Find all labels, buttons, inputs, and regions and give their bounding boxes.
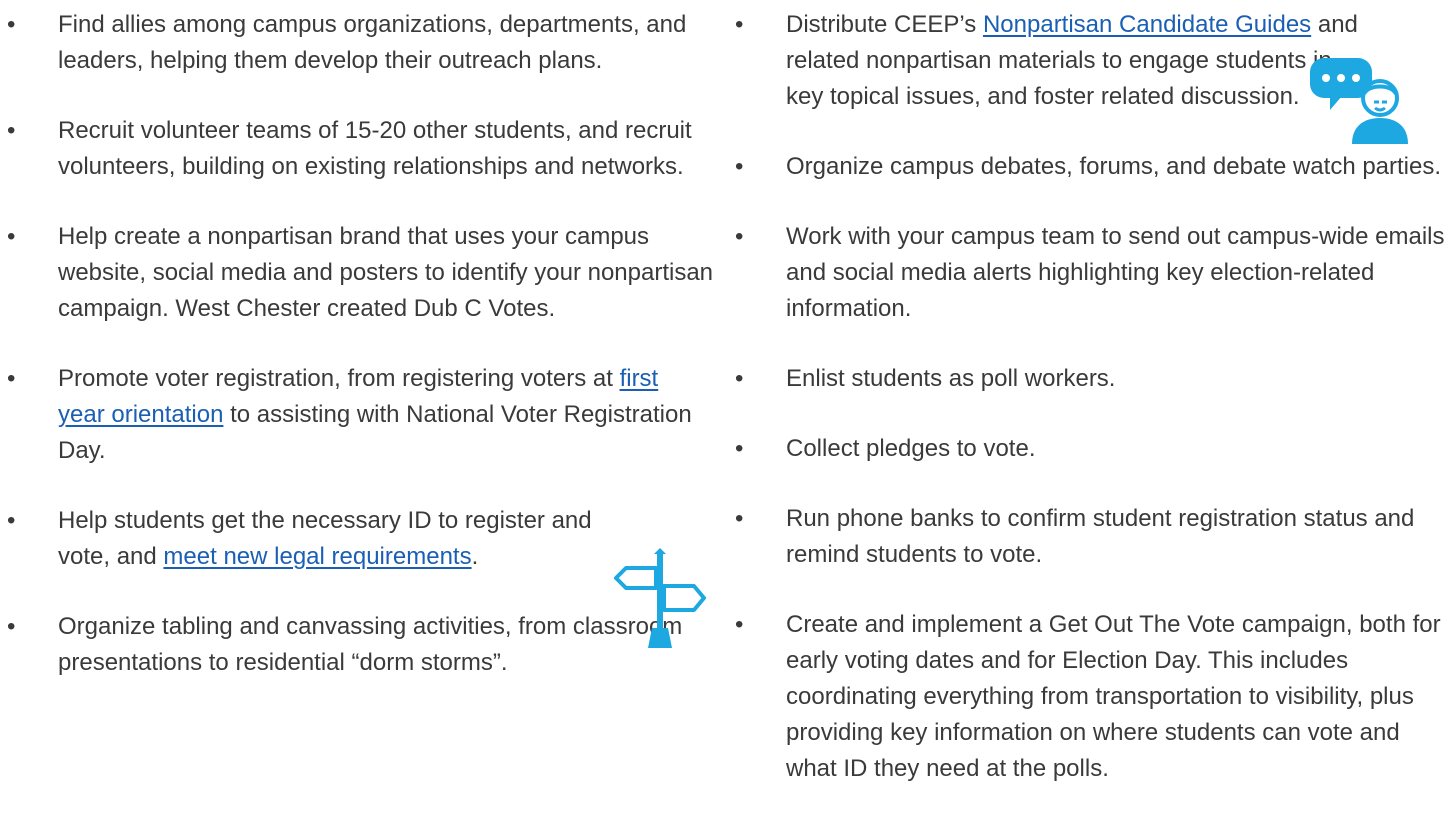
item-text: .	[471, 543, 479, 570]
list-item: • Create and implement a Get Out The Vot…	[728, 607, 1445, 787]
list-item: • Distribute CEEP’s Nonpartisan Candidat…	[728, 7, 1361, 115]
item-text: Promote voter registration, from registe…	[58, 365, 620, 392]
list-item: • Promote voter registration, from regis…	[0, 361, 698, 469]
bullet: •	[735, 11, 744, 38]
list-item: • Recruit volunteer teams of 15-20 other…	[0, 113, 718, 185]
bullet: •	[735, 223, 744, 250]
bullet: •	[7, 365, 16, 392]
signpost-icon	[614, 548, 706, 648]
bullet: •	[735, 505, 744, 532]
nonpartisan-candidate-guides-link[interactable]: Nonpartisan Candidate Guides	[983, 11, 1311, 38]
bullet: •	[7, 613, 16, 640]
list-item: • Enlist students as poll workers.	[728, 361, 1445, 397]
bullet: •	[7, 11, 16, 38]
list-item: • Run phone banks to confirm student reg…	[728, 501, 1426, 573]
item-text: Distribute CEEP’s	[786, 11, 983, 38]
chat-person-icon	[1310, 58, 1408, 144]
item-text: Help create a nonpartisan brand that use…	[58, 223, 714, 322]
list-item: • Work with your campus team to send out…	[728, 219, 1445, 327]
bullet: •	[735, 365, 744, 392]
item-text: Create and implement a Get Out The Vote …	[786, 611, 1441, 782]
bullet: •	[735, 153, 744, 180]
list-item: • Help students get the necessary ID to …	[0, 503, 613, 575]
bullet: •	[735, 435, 744, 462]
item-text: Organize tabling and canvassing activiti…	[58, 613, 683, 676]
meet-new-legal-requirements-link[interactable]: meet new legal requirements	[163, 543, 471, 570]
item-text: Run phone banks to confirm student regis…	[786, 505, 1415, 568]
bullet: •	[7, 507, 16, 534]
item-text: Find allies among campus organizations, …	[58, 11, 687, 74]
item-text: Organize campus debates, forums, and deb…	[786, 153, 1442, 180]
list-item: • Organize campus debates, forums, and d…	[728, 149, 1445, 185]
item-text: Collect pledges to vote.	[786, 435, 1036, 462]
left-column: • Find allies among campus organizations…	[0, 0, 720, 676]
right-column: • Distribute CEEP’s Nonpartisan Candidat…	[728, 0, 1445, 782]
bullet: •	[7, 223, 16, 250]
item-text: Enlist students as poll workers.	[786, 365, 1116, 392]
item-text: Recruit volunteer teams of 15-20 other s…	[58, 117, 692, 180]
item-text: Work with your campus team to send out c…	[786, 223, 1445, 322]
bullet: •	[735, 611, 744, 638]
list-item: • Find allies among campus organizations…	[0, 7, 708, 79]
list-item: • Help create a nonpartisan brand that u…	[0, 219, 718, 327]
bullet: •	[7, 117, 16, 144]
list-item: • Collect pledges to vote.	[728, 431, 1445, 467]
